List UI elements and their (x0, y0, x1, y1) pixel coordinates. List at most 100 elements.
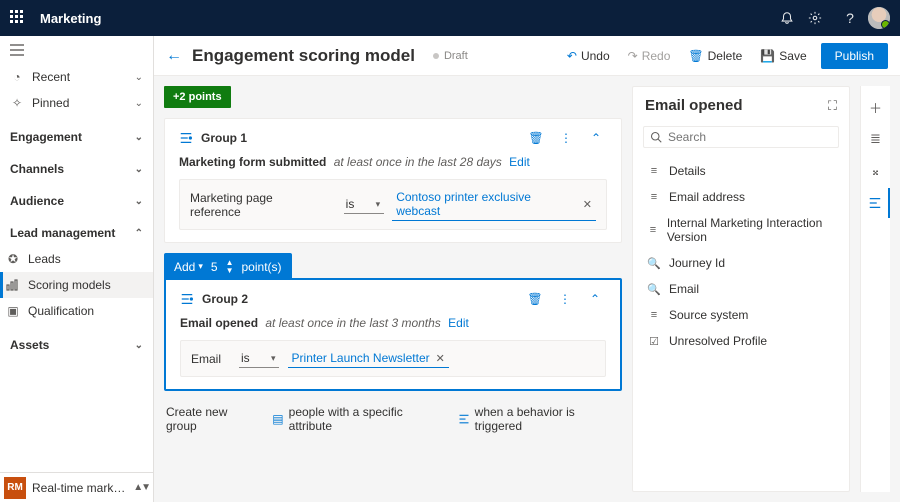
right-rail: ＋ ≣ 𝄪 (860, 86, 890, 492)
group-card-2[interactable]: Group 2 🗑 ⋮ ⌃ Email opened at least once… (164, 278, 622, 391)
nav-section-assets[interactable]: Assets ⌄ (0, 332, 153, 358)
nav-section-audience[interactable]: Audience ⌄ (0, 188, 153, 214)
expand-panel-icon[interactable]: ⛶ (828, 98, 837, 114)
nav-pinned[interactable]: ✧ Pinned ⌄ (0, 90, 153, 116)
left-nav: ◔ Recent ⌄ ✧ Pinned ⌄ Engagement ⌄ Chann… (0, 36, 154, 502)
nav-recent-label: Recent (32, 70, 127, 84)
group-more-icon[interactable]: ⋮ (555, 131, 577, 145)
clear-value-icon[interactable]: ✕ (583, 198, 592, 211)
list-item[interactable]: ≡Source system (633, 302, 849, 328)
properties-panel: Email opened ⛶ ≡Details ≡Email address ≡… (632, 86, 850, 492)
rail-behavior-icon[interactable] (861, 188, 890, 218)
list-item[interactable]: ≡Details (633, 158, 849, 184)
delete-button[interactable]: 🗑Delete (684, 45, 746, 67)
area-badge: RM (4, 477, 26, 499)
command-bar: ← Engagement scoring model Draft ↶Undo ↷… (154, 36, 900, 76)
points-tag: +2 points (164, 86, 231, 108)
condition-summary: Marketing form submitted at least once i… (179, 155, 607, 169)
updown-icon: ▲▼ (133, 482, 149, 493)
scoring-icon (6, 279, 20, 291)
operator-dropdown[interactable]: is (239, 349, 279, 368)
rail-add-icon[interactable]: ＋ (861, 92, 890, 122)
create-group-row: Create new group ▤ people with a specifi… (164, 401, 622, 437)
attribute-list: ≡Details ≡Email address ≡Internal Market… (633, 154, 849, 358)
notifications-icon[interactable] (780, 11, 808, 25)
app-launcher-icon[interactable] (10, 10, 26, 26)
filter-value-chip[interactable]: Contoso printer exclusive webcast ✕ (392, 188, 596, 221)
settings-icon[interactable] (808, 11, 836, 25)
save-icon: 💾 (760, 49, 775, 63)
rail-link-icon[interactable]: 𝄪 (861, 156, 890, 186)
field-icon: ≡ (647, 224, 659, 236)
behavior-icon (180, 292, 194, 306)
nav-pinned-label: Pinned (32, 96, 127, 110)
nav-item-leads[interactable]: ✪ Leads (0, 246, 153, 272)
filter-attribute-label: Email (191, 352, 221, 366)
chevron-up-icon: ⌃ (135, 228, 143, 239)
nav-item-scoring-models[interactable]: Scoring models (0, 272, 153, 298)
condition-summary: Email opened at least once in the last 3… (180, 316, 606, 330)
filter-row: Email is▾ Printer Launch Newsletter ✕ (180, 340, 606, 377)
redo-icon: ↷ (628, 49, 638, 63)
qualification-icon: ▣ (6, 304, 20, 318)
delete-icon: 🗑 (688, 49, 703, 63)
condition-edit-link[interactable]: Edit (448, 316, 469, 330)
operator-dropdown[interactable]: is (344, 195, 384, 214)
field-icon: ≡ (647, 309, 661, 321)
group-delete-icon[interactable]: 🗑 (524, 292, 546, 306)
create-group-label: Create new group (166, 405, 258, 433)
nav-recent[interactable]: ◔ Recent ⌄ (0, 64, 153, 90)
nav-section-channels[interactable]: Channels ⌄ (0, 156, 153, 182)
field-icon: ≡ (647, 191, 661, 203)
filter-value-chip[interactable]: Printer Launch Newsletter ✕ (288, 349, 449, 368)
search-input[interactable] (668, 130, 832, 144)
user-avatar[interactable] (868, 7, 890, 29)
nav-section-engagement[interactable]: Engagement ⌄ (0, 124, 153, 150)
side-search[interactable] (643, 126, 839, 148)
save-button[interactable]: 💾Save (756, 45, 810, 67)
rail-list-icon[interactable]: ≣ (861, 124, 890, 154)
undo-button[interactable]: ↶Undo (563, 45, 614, 67)
filter-attribute-label: Marketing page reference (190, 191, 326, 219)
page-title: Engagement scoring model (192, 46, 415, 66)
add-points-button[interactable]: Add ▾ (174, 260, 203, 274)
group-more-icon[interactable]: ⋮ (554, 292, 576, 306)
create-behavior-option[interactable]: when a behavior is triggered (458, 405, 620, 433)
group-card-1[interactable]: Group 1 🗑 ⋮ ⌃ Marketing form submitted a… (164, 118, 622, 243)
group-name: Group 1 (201, 131, 517, 145)
list-item[interactable]: ☑Unresolved Profile (633, 328, 849, 354)
points-value[interactable]: 5 (211, 260, 218, 274)
publish-button[interactable]: Publish (821, 43, 888, 69)
group-delete-icon[interactable]: 🗑 (525, 131, 547, 145)
behavior-icon (458, 413, 470, 425)
points-stepper[interactable]: ▲▼ (226, 259, 234, 274)
list-item[interactable]: ≡Internal Marketing Interaction Version (633, 210, 849, 250)
chevron-down-icon: ⌄ (135, 132, 143, 143)
clear-value-icon[interactable]: ✕ (436, 352, 445, 365)
search-icon: 🔍 (647, 257, 661, 270)
suite-header: Marketing ? (0, 0, 900, 36)
area-switcher[interactable]: RM Real-time marketi... ▲▼ (0, 472, 153, 502)
nav-collapse-icon[interactable] (0, 36, 153, 64)
list-item[interactable]: ≡Email address (633, 184, 849, 210)
nav-section-lead-management[interactable]: Lead management ⌃ (0, 220, 153, 246)
field-icon: ≡ (647, 165, 661, 177)
checkbox-icon: ☑ (647, 335, 661, 348)
create-attribute-option[interactable]: ▤ people with a specific attribute (272, 405, 443, 433)
help-icon[interactable]: ? (836, 10, 864, 26)
chevron-down-icon: ⌄ (135, 196, 143, 207)
back-button[interactable]: ← (166, 47, 182, 65)
filter-row: Marketing page reference is▾ Contoso pri… (179, 179, 607, 230)
group-collapse-icon[interactable]: ⌃ (585, 131, 607, 145)
undo-icon: ↶ (567, 49, 577, 63)
attribute-icon: ▤ (272, 412, 283, 426)
nav-item-qualification[interactable]: ▣ Qualification (0, 298, 153, 324)
app-name: Marketing (40, 11, 101, 26)
group-collapse-icon[interactable]: ⌃ (584, 292, 606, 306)
condition-edit-link[interactable]: Edit (509, 155, 530, 169)
clock-icon: ◔ (10, 70, 24, 84)
list-item[interactable]: 🔍Email (633, 276, 849, 302)
list-item[interactable]: 🔍Journey Id (633, 250, 849, 276)
points-add-bar: Add ▾ 5 ▲▼ point(s) (164, 253, 292, 280)
points-unit: point(s) (242, 260, 282, 274)
